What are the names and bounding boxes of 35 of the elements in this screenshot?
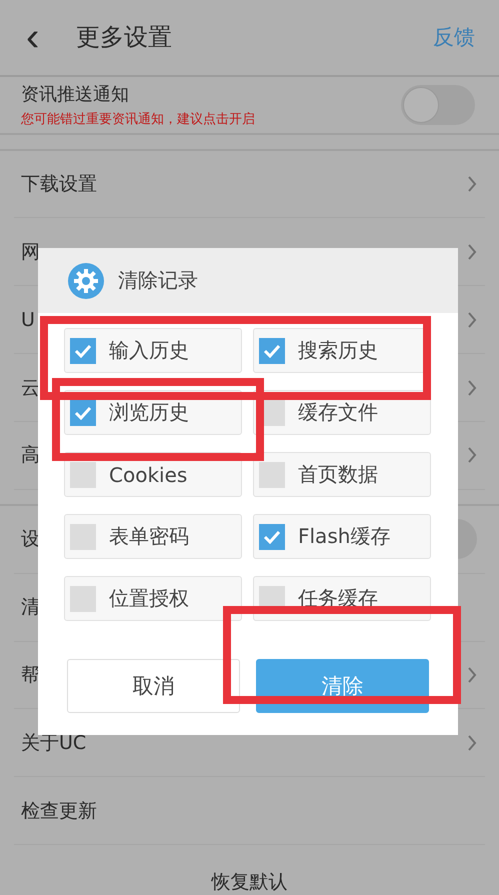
settings-icon [68,262,104,298]
chevron-right-icon [467,175,477,194]
checkbox-option[interactable]: Flash缓存 [253,514,431,559]
checkbox[interactable] [70,586,96,612]
cancel-button[interactable]: 取消 [67,659,240,713]
checkbox[interactable] [70,338,96,364]
page-title: 更多设置 [76,22,173,54]
checkmark-icon [74,406,92,420]
warning-hint: 您可能错过重要资讯通知，建议点击开启 [21,110,256,128]
chevron-right-icon [467,242,477,261]
chevron-right-icon [467,666,477,684]
toggle-switch[interactable] [401,84,475,125]
checkbox-option[interactable]: 首页数据 [253,452,431,497]
setting-label[interactable]: 下载设置 [21,171,467,198]
checkbox-option[interactable]: 位置授权 [64,576,242,621]
setting-label[interactable]: 检查更新 [21,798,477,824]
reset-button[interactable]: 恢复默认 [212,869,288,895]
checkbox-option[interactable]: 输入历史 [64,328,242,373]
checkbox[interactable] [70,400,96,426]
checkbox[interactable] [259,524,285,550]
checkbox[interactable] [70,462,96,488]
checkbox[interactable] [259,338,285,364]
chevron-right-icon [467,310,477,329]
setting-label: 资讯推送通知 [21,82,130,106]
checkmark-icon [263,344,281,358]
chevron-right-icon [467,734,477,752]
back-button[interactable]: ‹ [26,17,66,58]
checkmark-icon [263,530,281,544]
dialog-title: 清除记录 [118,267,198,294]
checkbox[interactable] [259,462,285,488]
checkbox[interactable] [70,524,96,550]
chevron-right-icon [467,378,477,397]
chevron-right-icon [467,446,477,464]
checkbox-option[interactable]: 表单密码 [64,514,242,559]
checkmark-icon [74,344,92,358]
